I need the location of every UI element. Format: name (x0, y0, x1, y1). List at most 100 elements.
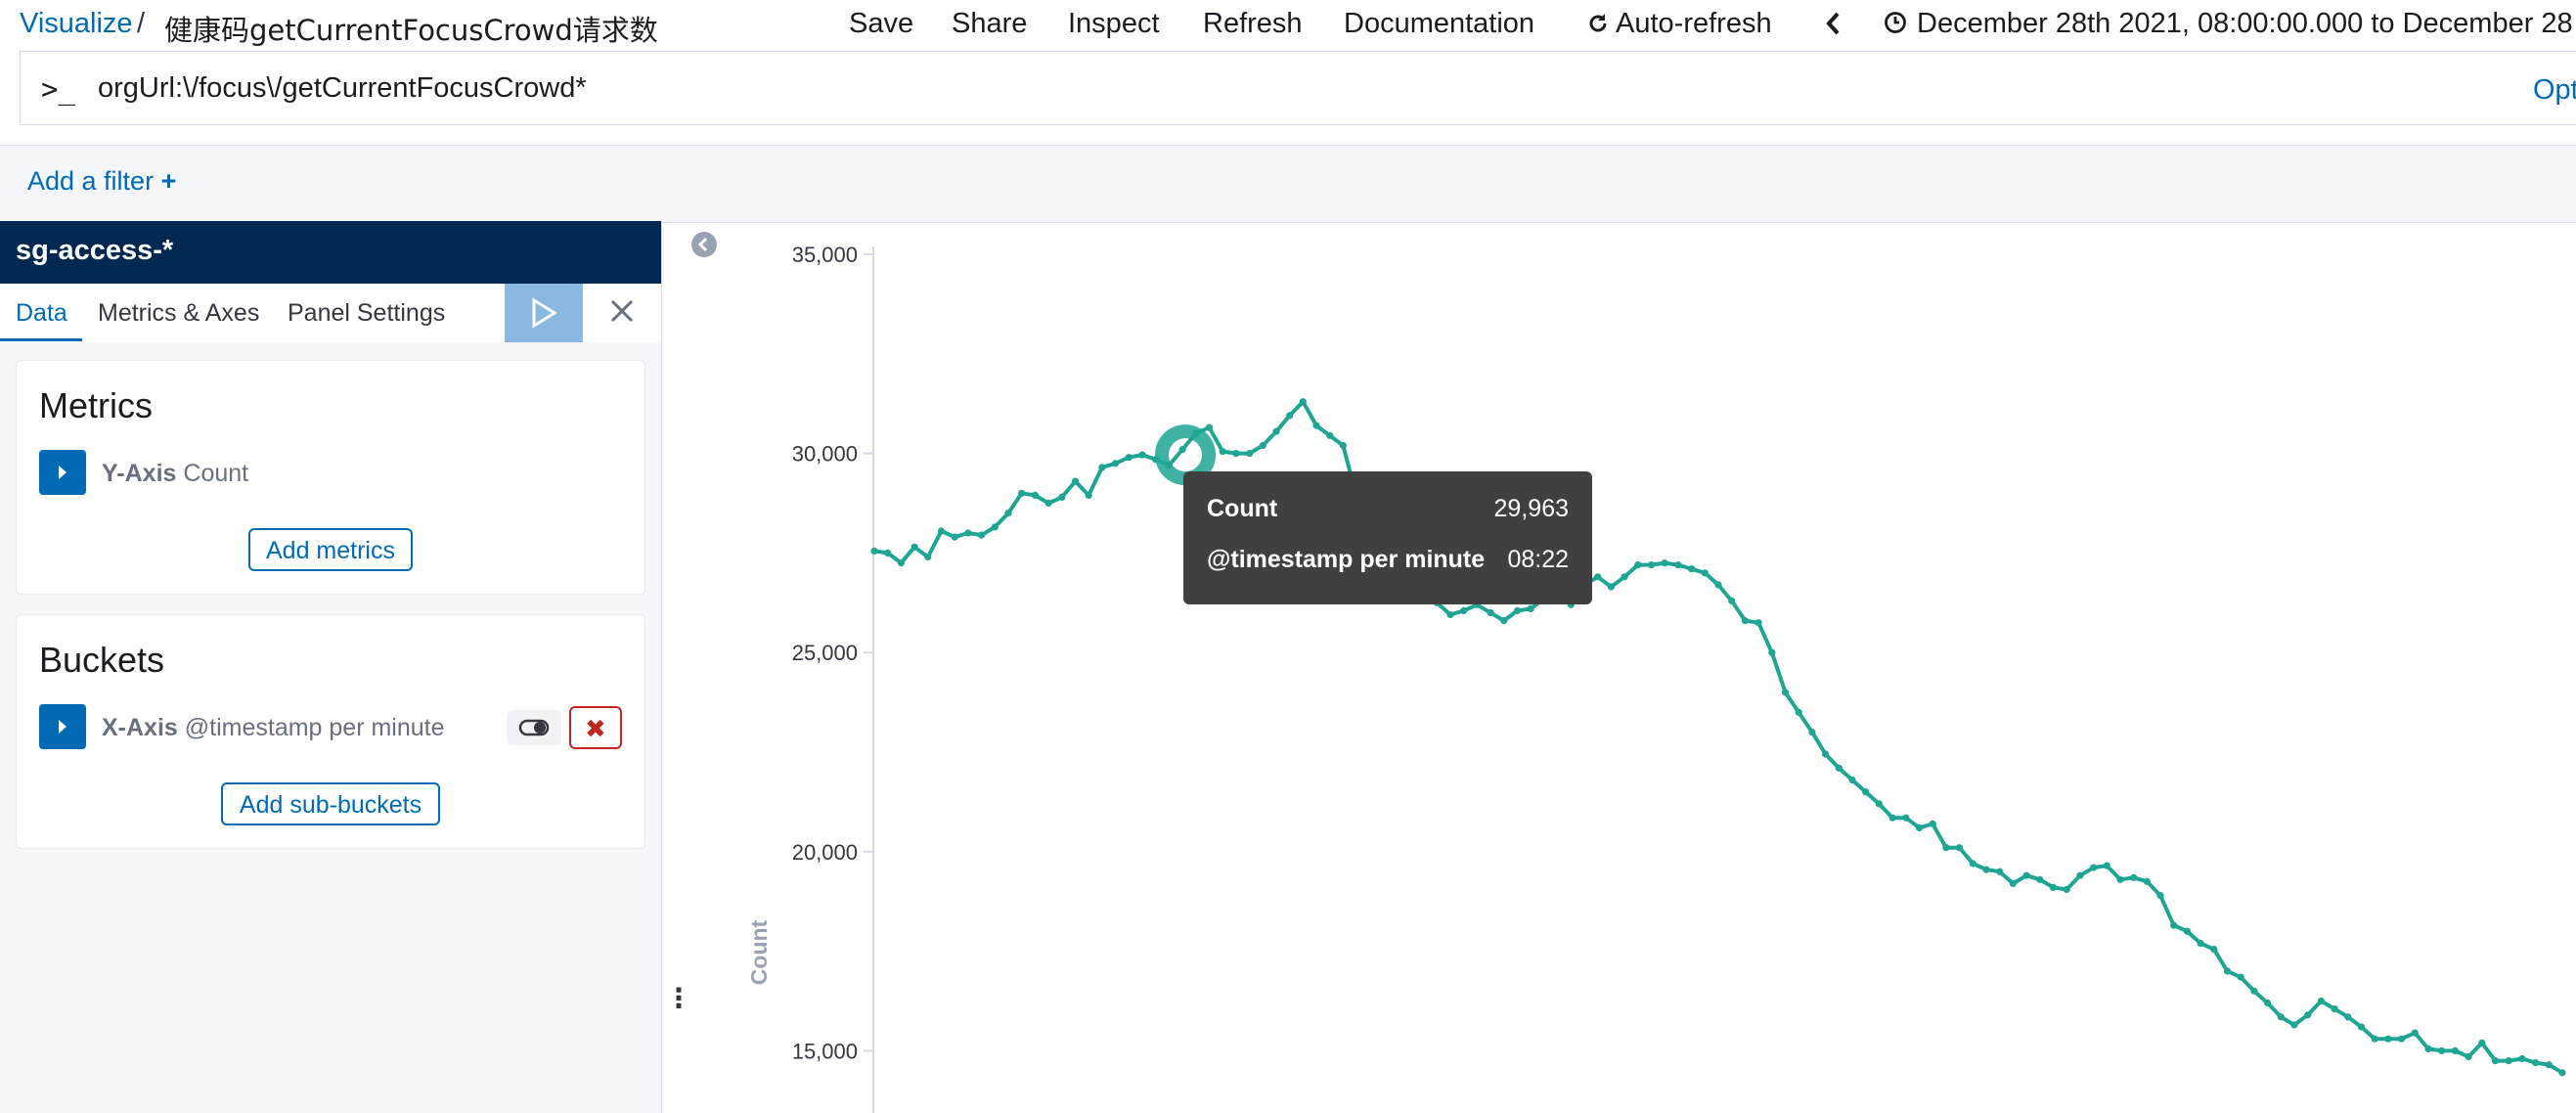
data-point[interactable] (1487, 608, 1494, 617)
data-point[interactable] (1634, 561, 1642, 569)
data-point[interactable] (2451, 1046, 2459, 1054)
data-point[interactable] (2210, 946, 2218, 954)
data-point[interactable] (1795, 708, 1802, 716)
data-point[interactable] (2076, 871, 2084, 879)
data-point[interactable] (2143, 877, 2151, 885)
data-point[interactable] (2036, 875, 2044, 883)
data-point[interactable] (964, 529, 972, 537)
data-point[interactable] (2478, 1039, 2486, 1046)
data-point[interactable] (2398, 1035, 2406, 1043)
data-point[interactable] (1125, 454, 1133, 462)
data-point[interactable] (1647, 561, 1656, 569)
data-point[interactable] (2518, 1054, 2526, 1063)
data-point[interactable] (1018, 489, 1026, 497)
data-point[interactable] (2022, 871, 2030, 879)
data-point[interactable] (1728, 597, 1736, 604)
data-point[interactable] (870, 547, 878, 556)
data-point[interactable] (1996, 868, 2004, 875)
data-point[interactable] (1112, 460, 1120, 467)
data-point[interactable] (1286, 412, 1294, 420)
data-point[interactable] (2290, 1021, 2298, 1029)
data-point[interactable] (1071, 477, 1080, 485)
data-point[interactable] (937, 527, 946, 535)
data-point[interactable] (1956, 844, 1964, 852)
data-point[interactable] (2384, 1035, 2392, 1043)
data-point[interactable] (2411, 1029, 2419, 1037)
data-point[interactable] (1219, 448, 1226, 456)
data-point[interactable] (1621, 573, 1628, 581)
data-point[interactable] (1513, 606, 1522, 615)
data-point[interactable] (1312, 422, 1320, 429)
data-point[interactable] (1701, 569, 1709, 577)
data-point[interactable] (1031, 491, 1039, 499)
data-point[interactable] (1044, 499, 1052, 508)
data-point[interactable] (1754, 619, 1762, 627)
data-point[interactable] (2063, 885, 2070, 894)
data-point[interactable] (1460, 606, 1468, 615)
data-point[interactable] (1929, 820, 1936, 827)
data-point[interactable] (2344, 1013, 2352, 1021)
data-point[interactable] (1888, 814, 1896, 822)
data-point[interactable] (1768, 648, 1776, 656)
data-point[interactable] (2264, 999, 2272, 1007)
data-point[interactable] (1808, 729, 1816, 736)
data-point[interactable] (2130, 873, 2138, 881)
data-point[interactable] (2103, 862, 2110, 869)
data-point[interactable] (2491, 1057, 2500, 1065)
data-point[interactable] (2532, 1059, 2540, 1067)
data-point[interactable] (2049, 883, 2058, 892)
data-point[interactable] (2545, 1061, 2553, 1069)
data-point[interactable] (924, 553, 932, 561)
data-point[interactable] (1781, 689, 1790, 696)
data-point[interactable] (1741, 617, 1749, 625)
data-point[interactable] (2116, 875, 2124, 883)
data-point[interactable] (1527, 604, 1534, 613)
data-point[interactable] (978, 531, 986, 539)
data-point[interactable] (2223, 967, 2232, 975)
data-point[interactable] (2317, 997, 2325, 1005)
data-point[interactable] (1085, 491, 1092, 499)
data-point[interactable] (2331, 1005, 2338, 1013)
data-point[interactable] (2465, 1052, 2472, 1061)
data-point[interactable] (1902, 814, 1910, 822)
data-point[interactable] (1688, 565, 1696, 573)
data-point[interactable] (1862, 788, 1870, 796)
series-points[interactable] (870, 398, 2566, 1077)
data-point[interactable] (2277, 1013, 2285, 1021)
data-point[interactable] (2090, 864, 2098, 871)
data-point[interactable] (2438, 1046, 2446, 1054)
data-point[interactable] (1848, 776, 1856, 784)
data-point[interactable] (1714, 581, 1722, 589)
data-point[interactable] (1205, 423, 1214, 431)
data-point[interactable] (2371, 1035, 2378, 1043)
data-point[interactable] (897, 559, 906, 567)
data-point[interactable] (2170, 921, 2178, 929)
data-point[interactable] (1098, 464, 1106, 471)
data-point[interactable] (1138, 451, 1146, 459)
data-point[interactable] (1339, 441, 1347, 450)
data-point[interactable] (1259, 441, 1266, 450)
data-point[interactable] (2156, 892, 2164, 900)
data-point[interactable] (1326, 431, 1334, 439)
data-point[interactable] (1058, 493, 1066, 501)
data-point[interactable] (884, 549, 892, 557)
data-point[interactable] (1246, 450, 1254, 458)
data-point[interactable] (991, 523, 999, 531)
data-point[interactable] (1594, 573, 1602, 581)
data-point[interactable] (1272, 427, 1280, 435)
data-point[interactable] (1674, 561, 1682, 569)
data-point[interactable] (1875, 800, 1883, 808)
data-point[interactable] (1178, 445, 1186, 454)
data-point[interactable] (2237, 973, 2244, 981)
data-point[interactable] (2505, 1057, 2512, 1065)
data-point[interactable] (1969, 860, 1976, 868)
data-point[interactable] (2304, 1011, 2312, 1019)
data-point[interactable] (1299, 398, 1307, 406)
data-point[interactable] (1232, 450, 1240, 458)
data-point[interactable] (1982, 866, 1990, 873)
data-point[interactable] (2558, 1069, 2566, 1077)
data-point[interactable] (1661, 559, 1668, 567)
data-point[interactable] (1446, 610, 1454, 619)
data-point[interactable] (2424, 1045, 2432, 1052)
data-point[interactable] (1004, 510, 1012, 517)
